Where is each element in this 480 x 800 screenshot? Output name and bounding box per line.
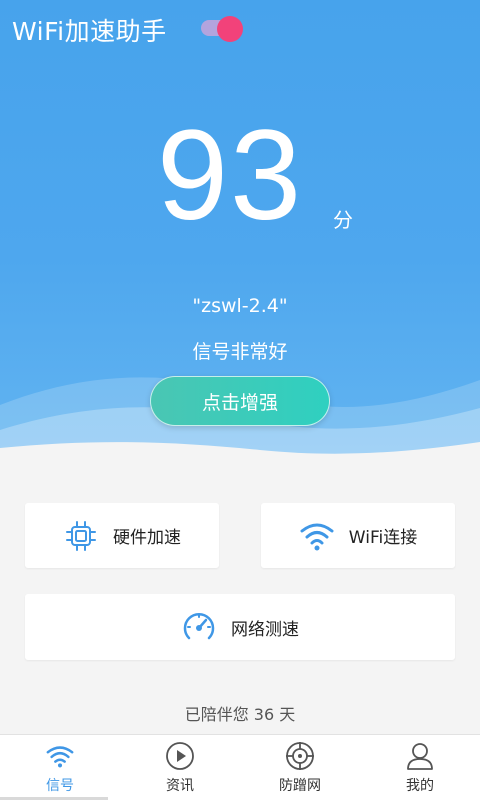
user-icon: [405, 741, 435, 771]
speed-test-card[interactable]: 网络测速: [25, 594, 455, 660]
bottom-tab-bar: 信号 资讯 防蹭网 我的: [0, 734, 480, 800]
tab-news[interactable]: 资讯: [120, 735, 240, 800]
app-title: WiFi加速助手: [12, 17, 167, 46]
hardware-accel-label: 硬件加速: [113, 528, 181, 548]
score-unit: 分: [333, 208, 353, 232]
speedometer-icon: [181, 609, 217, 645]
play-icon: [165, 741, 195, 771]
boost-button[interactable]: 点击增强: [150, 376, 330, 426]
tab-mine-label: 我的: [406, 778, 434, 794]
tab-anti-leech[interactable]: 防蹭网: [240, 735, 360, 800]
toggle-knob: [217, 16, 243, 42]
tab-mine[interactable]: 我的: [360, 735, 480, 800]
tab-anti-leech-label: 防蹭网: [279, 778, 321, 794]
tab-signal-label: 信号: [46, 778, 74, 794]
tab-news-label: 资讯: [166, 778, 194, 794]
network-ssid: "zswl-2.4": [192, 295, 288, 317]
wifi-connect-card[interactable]: WiFi连接: [261, 503, 455, 568]
speed-test-label: 网络测速: [231, 619, 299, 640]
signal-quality: 信号非常好: [192, 341, 288, 363]
accelerate-toggle[interactable]: [199, 16, 243, 42]
wifi-icon: [299, 518, 335, 554]
wifi-signal-icon: [45, 741, 75, 771]
target-icon: [285, 741, 315, 771]
companion-days-text: 已陪伴您 36 天: [184, 705, 296, 724]
score-value: 93: [156, 104, 304, 247]
chip-icon: [63, 518, 99, 554]
signal-score: 93 分: [0, 112, 480, 240]
hardware-accel-card[interactable]: 硬件加速: [25, 503, 219, 568]
wifi-connect-label: WiFi连接: [348, 528, 418, 548]
hero-panel: WiFi加速助手 93 分 "zswl-2.4" 信号非常好 点击增强: [0, 0, 480, 470]
tab-signal[interactable]: 信号: [0, 735, 120, 800]
